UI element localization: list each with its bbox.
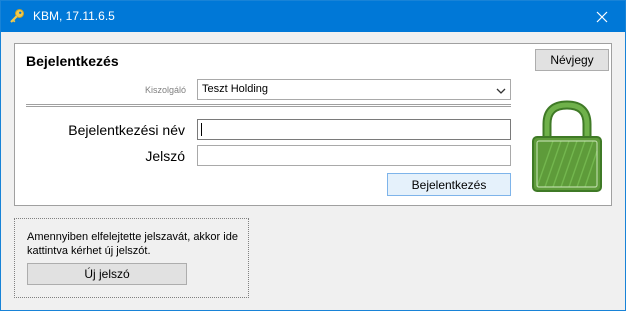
new-password-button[interactable]: Új jelszó bbox=[27, 263, 187, 285]
login-window: KBM, 17.11.6.5 Bejelentkezés Névjegy Kis… bbox=[0, 0, 626, 311]
login-button[interactable]: Bejelentkezés bbox=[387, 173, 511, 196]
divider bbox=[26, 104, 511, 107]
login-panel: Bejelentkezés Névjegy Kiszolgáló Teszt H… bbox=[14, 43, 612, 206]
forgot-password-text: Amennyiben elfelejtette jelszavát, akkor… bbox=[27, 231, 238, 257]
key-icon bbox=[9, 8, 25, 24]
forgot-password-panel: Amennyiben elfelejtette jelszavát, akkor… bbox=[14, 218, 249, 298]
padlock-icon bbox=[527, 99, 607, 194]
about-button[interactable]: Névjegy bbox=[535, 49, 609, 71]
title-bar[interactable]: KBM, 17.11.6.5 bbox=[1, 1, 625, 32]
username-input[interactable] bbox=[197, 119, 511, 140]
server-select[interactable]: Teszt Holding bbox=[197, 79, 511, 100]
username-label: Bejelentkezési név bbox=[68, 122, 185, 138]
text-caret bbox=[201, 123, 202, 136]
server-label: Kiszolgáló bbox=[145, 85, 187, 95]
password-input[interactable] bbox=[197, 145, 511, 166]
server-select-value: Teszt Holding bbox=[202, 83, 269, 95]
password-label: Jelszó bbox=[145, 148, 185, 164]
login-panel-title: Bejelentkezés bbox=[26, 53, 119, 69]
chevron-down-icon bbox=[496, 86, 506, 98]
close-icon[interactable] bbox=[579, 1, 625, 32]
window-title: KBM, 17.11.6.5 bbox=[33, 9, 115, 23]
